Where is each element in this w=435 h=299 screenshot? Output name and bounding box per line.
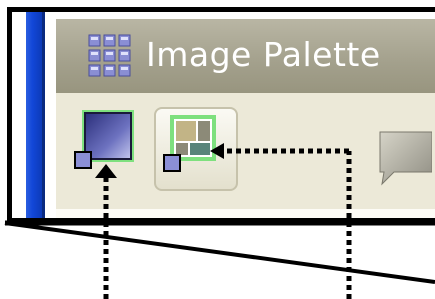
callout-line-left: [4, 221, 435, 284]
dotted-arrow-1-head: [95, 164, 117, 178]
annotation-layer: [4, 143, 435, 299]
dotted-arrow-2-head: [210, 143, 224, 159]
